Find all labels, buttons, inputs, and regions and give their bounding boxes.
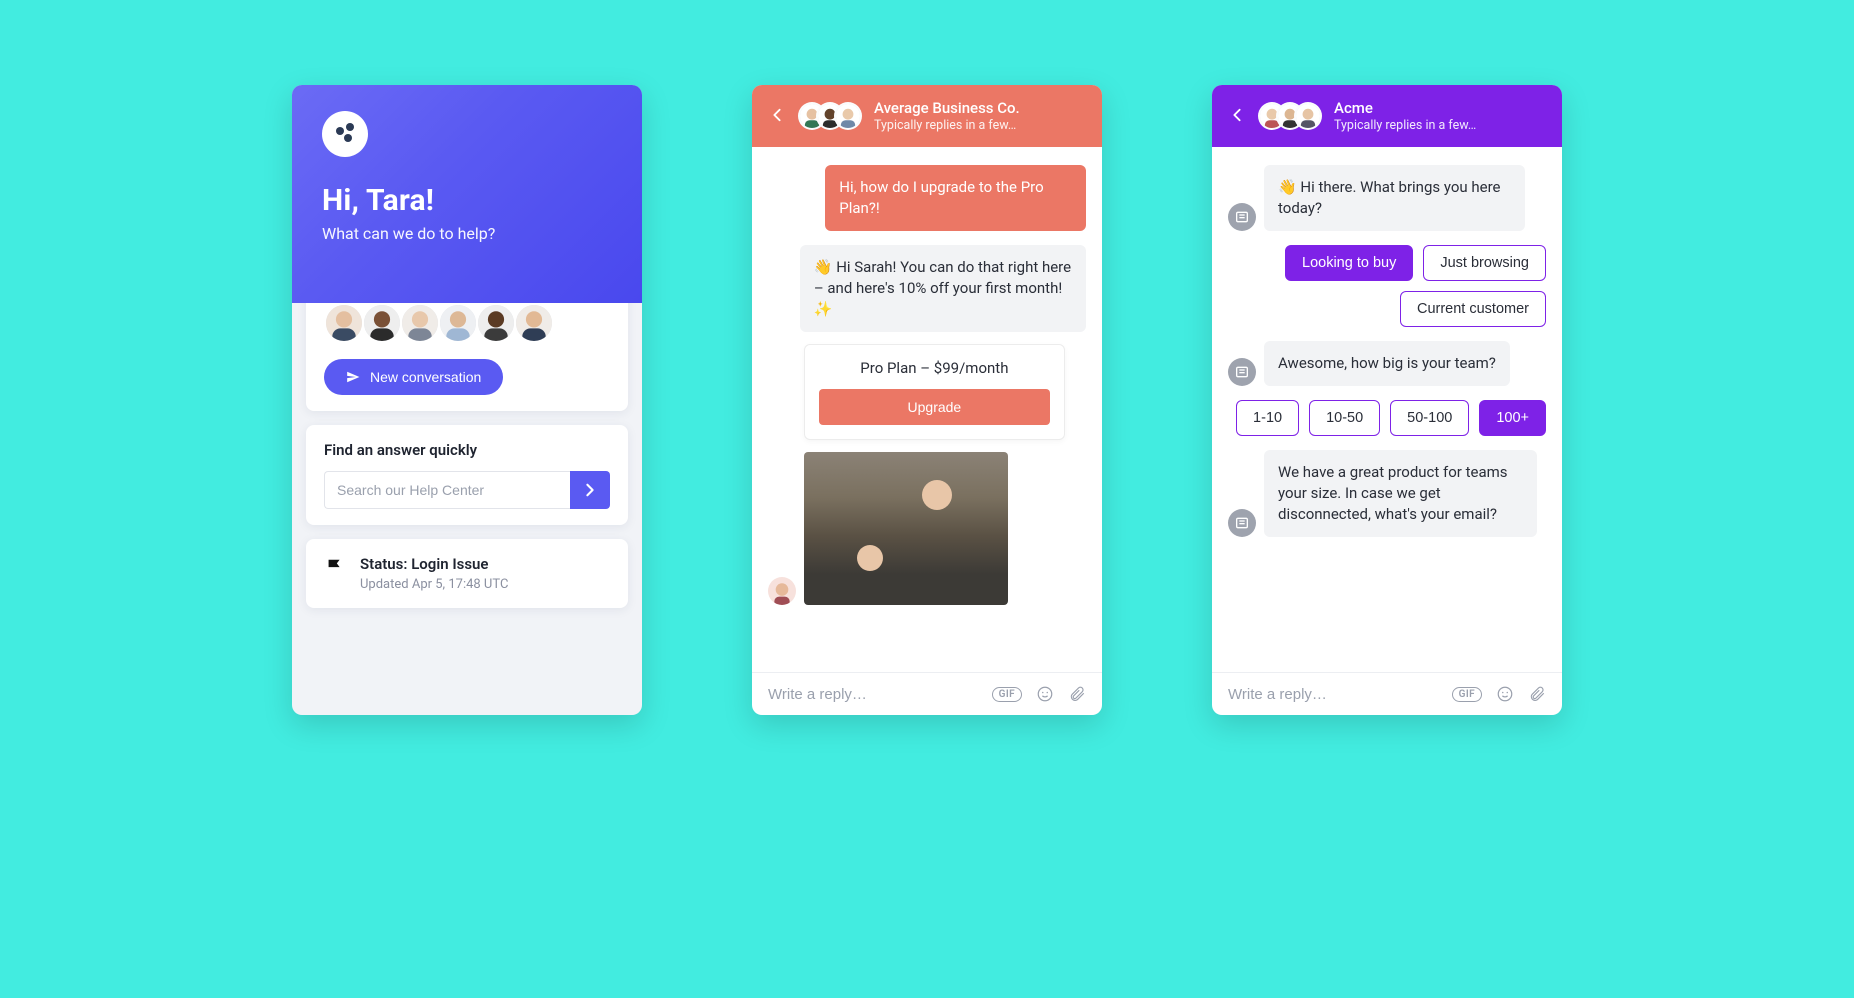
logo-dots-icon — [334, 123, 356, 145]
bot-avatar — [1228, 509, 1256, 537]
gif-button[interactable]: GIF — [992, 687, 1022, 702]
header-avatars — [798, 102, 862, 130]
bot-message: 👋 Hi there. What brings you here today? — [1264, 165, 1525, 231]
avatar — [476, 303, 516, 343]
choice-button[interactable]: 10-50 — [1309, 400, 1380, 436]
user-message: Hi, how do I upgrade to the Pro Plan?! — [825, 165, 1086, 231]
reply-input[interactable] — [1228, 686, 1438, 703]
avatar — [324, 303, 364, 343]
avatar — [438, 303, 478, 343]
choice-button[interactable]: Just browsing — [1423, 245, 1546, 281]
reply-input[interactable] — [768, 686, 978, 703]
widget-home-panel: Hi, Tara! What can we do to help? Start … — [292, 85, 642, 715]
avatar — [400, 303, 440, 343]
smiley-icon — [1036, 685, 1054, 703]
smiley-icon — [1496, 685, 1514, 703]
search-wrap — [324, 471, 610, 509]
company-name: Average Business Co. — [874, 99, 1020, 118]
paperclip-icon — [1068, 685, 1086, 703]
paperclip-icon — [1528, 685, 1546, 703]
choice-row-1: Looking to buy Just browsing Current custo… — [1228, 245, 1546, 327]
brand-logo — [322, 111, 368, 157]
choice-button[interactable]: 50-100 — [1390, 400, 1469, 436]
attachment-button[interactable] — [1068, 685, 1086, 703]
gif-attachment[interactable] — [804, 452, 1008, 605]
choice-row-2: 1-10 10-50 50-100 100+ — [1228, 400, 1546, 436]
status-text: Status: Login Issue Updated Apr 5, 17:48… — [360, 555, 508, 592]
new-conversation-button[interactable]: New conversation — [324, 359, 503, 395]
header-text: Average Business Co. Typically replies i… — [874, 99, 1020, 133]
agent-message: 👋 Hi Sarah! You can do that right here –… — [800, 245, 1086, 332]
message-row: 👋 Hi there. What brings you here today? — [1228, 165, 1546, 231]
greeting-subtitle: What can we do to help? — [322, 224, 612, 243]
status-title: Status: Login Issue — [360, 555, 508, 573]
status-updated: Updated Apr 5, 17:48 UTC — [360, 577, 508, 592]
bot-message: We have a great product for teams your s… — [1264, 450, 1537, 537]
avatar — [362, 303, 402, 343]
choice-button[interactable]: 1-10 — [1236, 400, 1299, 436]
bot-avatar — [1228, 203, 1256, 231]
bot-message: Awesome, how big is your team? — [1264, 341, 1510, 386]
gif-button[interactable]: GIF — [1452, 687, 1482, 702]
header-avatars — [1258, 102, 1322, 130]
greeting-title: Hi, Tara! — [322, 183, 612, 218]
header-text: Acme Typically replies in a few… — [1334, 99, 1476, 133]
conversation-body: 👋 Hi there. What brings you here today? … — [1212, 147, 1562, 672]
offer-card: Pro Plan – $99/month Upgrade — [804, 344, 1065, 440]
choice-button[interactable]: Current customer — [1400, 291, 1546, 327]
attachment-button[interactable] — [1528, 685, 1546, 703]
chevron-left-icon — [1232, 108, 1242, 122]
upgrade-button[interactable]: Upgrade — [819, 389, 1050, 425]
find-answer-title: Find an answer quickly — [324, 441, 610, 459]
bot-avatar — [1228, 358, 1256, 386]
choice-button[interactable]: 100+ — [1479, 400, 1546, 436]
reply-time: Typically replies in a few… — [874, 118, 1020, 134]
message-row: 👋 Hi Sarah! You can do that right here –… — [768, 245, 1086, 605]
avatar — [834, 102, 862, 130]
back-button[interactable] — [768, 104, 786, 129]
reply-time: Typically replies in a few… — [1334, 118, 1476, 134]
bot-icon — [1234, 515, 1250, 531]
emoji-button[interactable] — [1496, 685, 1514, 703]
flag-icon — [324, 557, 346, 579]
avatar — [514, 303, 554, 343]
back-button[interactable] — [1228, 104, 1246, 129]
find-answer-card: Find an answer quickly — [306, 425, 628, 525]
bot-icon — [1234, 364, 1250, 380]
conversation-panel-business: Average Business Co. Typically replies i… — [752, 85, 1102, 715]
conversation-header: Average Business Co. Typically replies i… — [752, 85, 1102, 147]
chevron-left-icon — [772, 108, 782, 122]
send-icon — [346, 370, 360, 384]
chevron-right-icon — [585, 483, 595, 497]
widget-cards: Start a conversation New conversation Fi… — [292, 257, 642, 622]
help-search-input[interactable] — [324, 471, 570, 509]
new-conversation-label: New conversation — [370, 369, 481, 385]
conversation-body: Hi, how do I upgrade to the Pro Plan?! 👋… — [752, 147, 1102, 672]
message-row: Awesome, how big is your team? — [1228, 341, 1546, 386]
company-name: Acme — [1334, 99, 1476, 118]
bot-icon — [1234, 209, 1250, 225]
conversation-panel-acme: Acme Typically replies in a few… 👋 Hi th… — [1212, 85, 1562, 715]
help-search-button[interactable] — [570, 471, 610, 509]
conversation-header: Acme Typically replies in a few… — [1212, 85, 1562, 147]
agent-avatar — [768, 577, 796, 605]
conversation-footer: GIF — [1212, 672, 1562, 715]
choice-button[interactable]: Looking to buy — [1285, 245, 1413, 281]
avatar — [1294, 102, 1322, 130]
message-row: We have a great product for teams your s… — [1228, 450, 1546, 537]
offer-title: Pro Plan – $99/month — [860, 359, 1008, 377]
message-row: Hi, how do I upgrade to the Pro Plan?! — [768, 165, 1086, 231]
status-card[interactable]: Status: Login Issue Updated Apr 5, 17:48… — [306, 539, 628, 608]
hero-section: Hi, Tara! What can we do to help? — [292, 85, 642, 303]
team-avatars — [324, 303, 610, 343]
emoji-button[interactable] — [1036, 685, 1054, 703]
conversation-footer: GIF — [752, 672, 1102, 715]
